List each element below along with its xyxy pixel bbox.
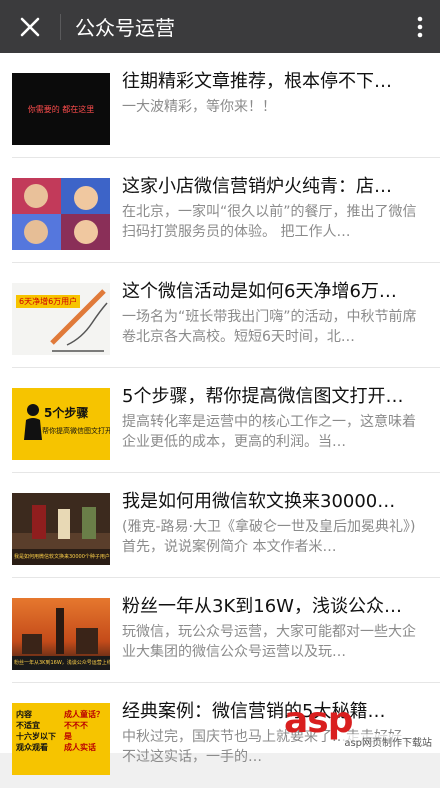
article-item[interactable]: 6天净增6万用户 这个微信活动是如何6天净增6万… 一场名为“班长带我出门嗨”的… [0, 263, 440, 368]
article-title: 这家小店微信营销炉火纯青：店… [122, 174, 424, 200]
caption-line: 不不不 [64, 720, 104, 731]
thumbnail-caption: 我是如何用微信软文换来30000个种子用户的？ [12, 549, 110, 565]
watermark: asp asp网页制作下载站 [284, 701, 434, 749]
article-thumbnail: 5个步骤 帮你提高微信图文打开率 [12, 388, 110, 460]
article-list: 你需要的 都在这里 往期精彩文章推荐，根本停不下… 一大波精彩，等你来！！ 这家… [0, 53, 440, 753]
more-button[interactable] [400, 0, 440, 53]
article-summary: 一大波精彩，等你来！！ [122, 97, 424, 117]
article-summary: 在北京，一家叫“很久以前”的餐厅，推出了微信扫码打赏服务员的体验。 把工作人… [122, 202, 424, 242]
caption-line: 观众观看 [16, 742, 56, 753]
caption-line: 十六岁以下 [16, 731, 56, 742]
thumbnail-caption: 5个步骤 [44, 404, 88, 421]
article-summary: 玩微信，玩公众号运营，大家可能都对一些大企业大集团的微信公众号运营以及玩… [122, 622, 424, 662]
article-item[interactable]: 我是如何用微信软文换来30000个种子用户的？ 我是如何用微信软文换来30000… [0, 473, 440, 578]
article-item[interactable]: 5个步骤 帮你提高微信图文打开率 5个步骤，帮你提高微信图文打开… 提高转化率是… [0, 368, 440, 473]
caption-line: 不适宜 [16, 720, 56, 731]
watermark-caption: asp网页制作下载站 [342, 734, 434, 749]
caption-line: 内容 [16, 709, 56, 720]
caption-line: 是 [64, 731, 104, 742]
article-title: 5个步骤，帮你提高微信图文打开… [122, 384, 424, 410]
more-vertical-icon [417, 16, 423, 38]
article-thumbnail: 6天净增6万用户 [12, 283, 110, 355]
close-button[interactable] [0, 0, 60, 53]
article-title: 我是如何用微信软文换来30000… [122, 489, 424, 515]
article-thumbnail: 你需要的 都在这里 [12, 73, 110, 145]
article-title: 粉丝一年从3K到16W，浅谈公众… [122, 594, 424, 620]
thumbnail-caption-left: 内容 不适宜 十六岁以下 观众观看 [16, 709, 56, 753]
article-item[interactable]: 粉丝一年从3K到16W，浅谈公众号运营上线下推广 粉丝一年从3K到16W，浅谈公… [0, 578, 440, 683]
thumbnail-caption: 粉丝一年从3K到16W，浅谈公众号运营上线下推广 [12, 656, 110, 670]
article-thumbnail [12, 178, 110, 250]
article-title: 往期精彩文章推荐，根本停不下… [122, 69, 424, 95]
top-bar: 公众号运营 [0, 0, 440, 53]
thumbnail-caption-right: 成人童话？ 不不不 是 成人实话 [64, 709, 104, 753]
article-summary: (雅克-路易·大卫《拿破仑一世及皇后加冕典礼》)首先，说说案例简介 本文作者米… [122, 517, 424, 557]
page-title: 公众号运营 [75, 12, 400, 41]
thumbnail-caption: 帮你提高微信图文打开率 [42, 426, 110, 436]
article-title: 这个微信活动是如何6天净增6万… [122, 279, 424, 305]
close-icon [19, 16, 41, 38]
caption-line: 成人童话？ [64, 709, 104, 720]
article-item[interactable]: 你需要的 都在这里 往期精彩文章推荐，根本停不下… 一大波精彩，等你来！！ [0, 53, 440, 158]
article-thumbnail: 我是如何用微信软文换来30000个种子用户的？ [12, 493, 110, 565]
article-thumbnail: 粉丝一年从3K到16W，浅谈公众号运营上线下推广 [12, 598, 110, 670]
header-divider [60, 14, 61, 40]
article-thumbnail: 内容 不适宜 十六岁以下 观众观看 成人童话？ 不不不 是 成人实话 [12, 703, 110, 775]
thumbnail-caption: 你需要的 都在这里 [28, 104, 95, 115]
article-summary: 提高转化率是运营中的核心工作之一，这意味着企业更低的成本，更高的利润。当… [122, 412, 424, 452]
article-summary: 一场名为“班长带我出门嗨”的活动，中秋节前席卷北京各大高校。短短6天时间，北… [122, 307, 424, 347]
caption-line: 成人实话 [64, 742, 104, 753]
article-item[interactable]: 这家小店微信营销炉火纯青：店… 在北京，一家叫“很久以前”的餐厅，推出了微信扫码… [0, 158, 440, 263]
